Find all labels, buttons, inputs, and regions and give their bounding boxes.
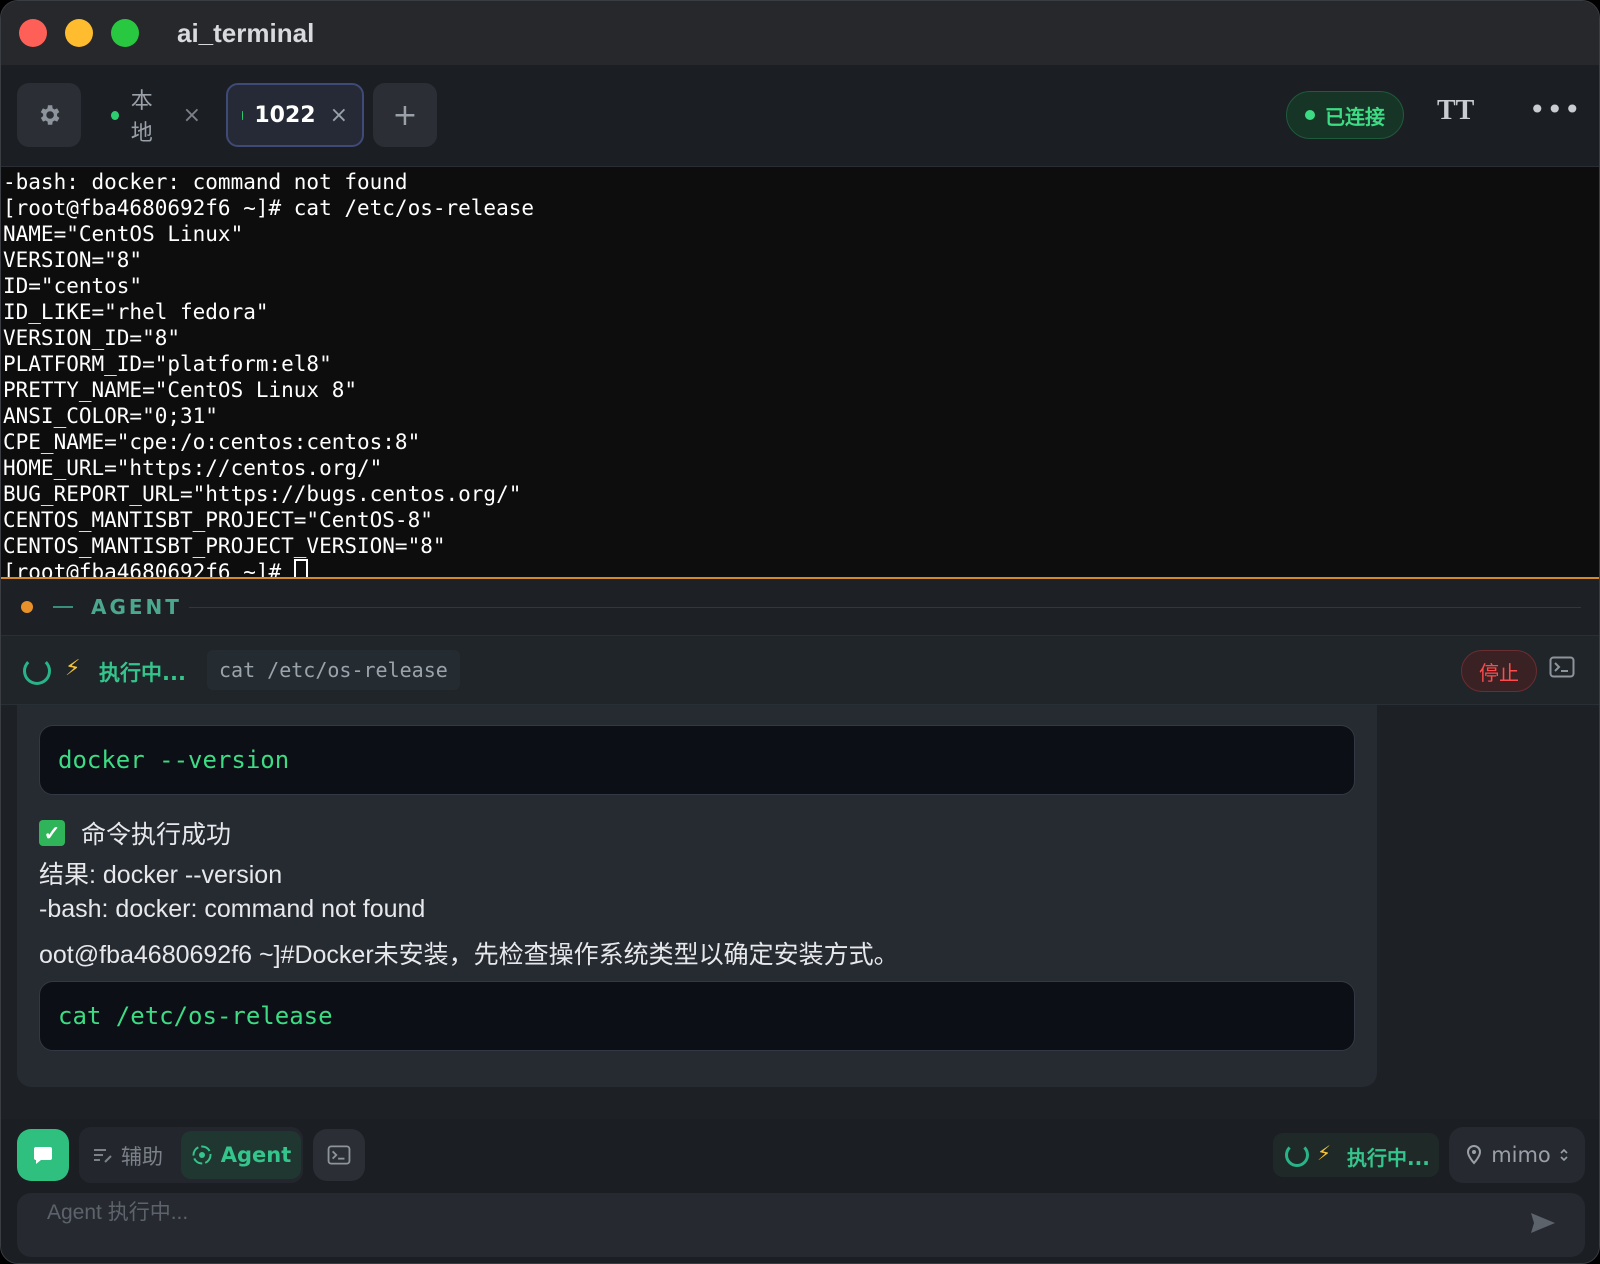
gear-icon xyxy=(40,105,60,125)
loading-spinner-icon xyxy=(23,657,51,685)
close-window-button[interactable] xyxy=(19,19,47,47)
execution-status-pill: ⚡ 执行中... xyxy=(1273,1133,1439,1177)
header-dash xyxy=(53,606,73,608)
terminal-output[interactable]: -bash: docker: command not found [root@fb… xyxy=(1,167,1599,577)
font-size-icon[interactable]: TT xyxy=(1437,95,1474,127)
connection-status-label: 已连接 xyxy=(1325,104,1385,129)
terminal-line: -bash: docker: command not found xyxy=(3,170,408,194)
close-tab-icon[interactable]: × xyxy=(330,103,348,128)
message-input-box xyxy=(17,1193,1585,1257)
terminal-line: HOME_URL="https://centos.org/" xyxy=(3,456,383,480)
agent-section-header: AGENT xyxy=(21,595,182,619)
success-text: 命令执行成功 xyxy=(81,821,232,849)
error-line: -bash: docker: command not found xyxy=(39,895,426,923)
chat-bubble-icon xyxy=(34,1147,52,1164)
success-line: ✓ 命令执行成功 xyxy=(39,815,231,851)
connection-status-dot xyxy=(1305,110,1315,120)
mode-agent-label: Agent xyxy=(220,1143,292,1167)
agent-message-card: docker --version ✓ 命令执行成功 结果: docker --v… xyxy=(17,705,1377,1087)
connection-status-badge: 已连接 xyxy=(1286,91,1404,139)
tab-label: 1022 xyxy=(254,102,316,128)
tab-1022[interactable]: 1022 × xyxy=(226,83,364,147)
code-block[interactable]: cat /etc/os-release xyxy=(39,981,1355,1051)
code-block[interactable]: docker --version xyxy=(39,725,1355,795)
location-pin-icon xyxy=(1467,1145,1482,1165)
terminal-line: [root@fba4680692f6 ~]# cat /etc/os-relea… xyxy=(3,196,535,220)
app-window: ai_terminal 本地 × 1022 × + 已连接 TT ••• -ba… xyxy=(0,0,1600,1264)
terminal-line: VERSION_ID="8" xyxy=(3,326,181,350)
terminal-toggle-button[interactable] xyxy=(1549,656,1575,682)
agent-panel: AGENT ⚡ 执行中... cat /etc/os-release 停止 do… xyxy=(1,579,1599,1119)
current-command: cat /etc/os-release xyxy=(207,650,460,690)
execution-status: 执行中... xyxy=(1347,1146,1430,1170)
explanation-line: oot@fba4680692f6 ~]#Docker未安装，先检查操作系统类型以… xyxy=(39,941,899,969)
more-icon[interactable]: ••• xyxy=(1529,93,1582,126)
terminal-line: PLATFORM_ID="platform:el8" xyxy=(3,352,332,376)
model-name: mimo xyxy=(1491,1143,1551,1167)
terminal-line: ID="centos" xyxy=(3,274,143,298)
terminal-icon xyxy=(1549,656,1575,678)
minimize-window-button[interactable] xyxy=(65,19,93,47)
terminal-lines: -bash: docker: command not found [root@fb… xyxy=(3,169,1599,559)
terminal-line: CENTOS_MANTISBT_PROJECT_VERSION="8" xyxy=(3,534,446,558)
loading-spinner-icon xyxy=(1285,1143,1309,1167)
terminal-line: BUG_REPORT_URL="https://bugs.centos.org/… xyxy=(3,482,522,506)
model-selector[interactable]: mimo xyxy=(1449,1127,1585,1183)
agent-status-dot xyxy=(21,601,33,613)
close-tab-icon[interactable]: × xyxy=(183,103,201,128)
bolt-icon: ⚡ xyxy=(1317,1141,1332,1165)
terminal-line: ID_LIKE="rhel fedora" xyxy=(3,300,269,324)
mode-assist-label: 辅助 xyxy=(121,1145,163,1169)
add-tab-button[interactable]: + xyxy=(373,83,437,147)
message-input[interactable] xyxy=(47,1193,1467,1233)
result-line: 结果: docker --version xyxy=(39,861,283,889)
terminal-icon xyxy=(327,1145,351,1165)
window-title: ai_terminal xyxy=(177,17,315,48)
mode-switcher: 辅助 Agent xyxy=(79,1127,303,1183)
stop-button[interactable]: 停止 xyxy=(1461,650,1537,692)
terminal-cursor xyxy=(293,559,308,577)
settings-button[interactable] xyxy=(17,83,81,147)
header-rule xyxy=(189,607,1581,608)
terminal-line: NAME="CentOS Linux" xyxy=(3,222,244,246)
assist-icon xyxy=(94,1149,112,1163)
maximize-window-button[interactable] xyxy=(111,19,139,47)
execution-status: 执行中... xyxy=(99,661,186,685)
terminal-prompt: [root@fba4680692f6 ~]# xyxy=(3,560,294,577)
title-bar: ai_terminal xyxy=(1,1,1599,65)
terminal-line: VERSION="8" xyxy=(3,248,143,272)
send-button[interactable] xyxy=(1529,1211,1557,1239)
tab-status-dot xyxy=(111,110,119,120)
window-controls xyxy=(19,19,139,47)
agent-icon xyxy=(192,1145,212,1165)
composer-area: 辅助 Agent ⚡ 执行中... mimo Agent 执行中... xyxy=(1,1119,1599,1263)
check-icon: ✓ xyxy=(39,820,65,846)
terminal-line: ANSI_COLOR="0;31" xyxy=(3,404,218,428)
chat-mode-button[interactable] xyxy=(17,1129,69,1181)
tab-local[interactable]: 本地 × xyxy=(97,83,215,147)
bolt-icon: ⚡ xyxy=(65,656,81,681)
send-icon xyxy=(1531,1213,1555,1233)
terminal-line: CPE_NAME="cpe:/o:centos:centos:8" xyxy=(3,430,421,454)
mode-assist-button[interactable]: 辅助 xyxy=(93,1141,163,1171)
terminal-button[interactable] xyxy=(313,1129,365,1181)
tab-label: 本地 xyxy=(130,89,153,146)
terminal-line: PRETTY_NAME="CentOS Linux 8" xyxy=(3,378,358,402)
tab-bar: 本地 × 1022 × + 已连接 TT ••• xyxy=(1,65,1599,167)
terminal-line: CENTOS_MANTISBT_PROJECT="CentOS-8" xyxy=(3,508,433,532)
mode-agent-button[interactable]: Agent xyxy=(181,1131,301,1179)
agent-section-label: AGENT xyxy=(91,595,182,619)
execution-bar: ⚡ 执行中... cat /etc/os-release 停止 xyxy=(1,635,1599,705)
chevron-updown-icon xyxy=(1560,1148,1568,1162)
